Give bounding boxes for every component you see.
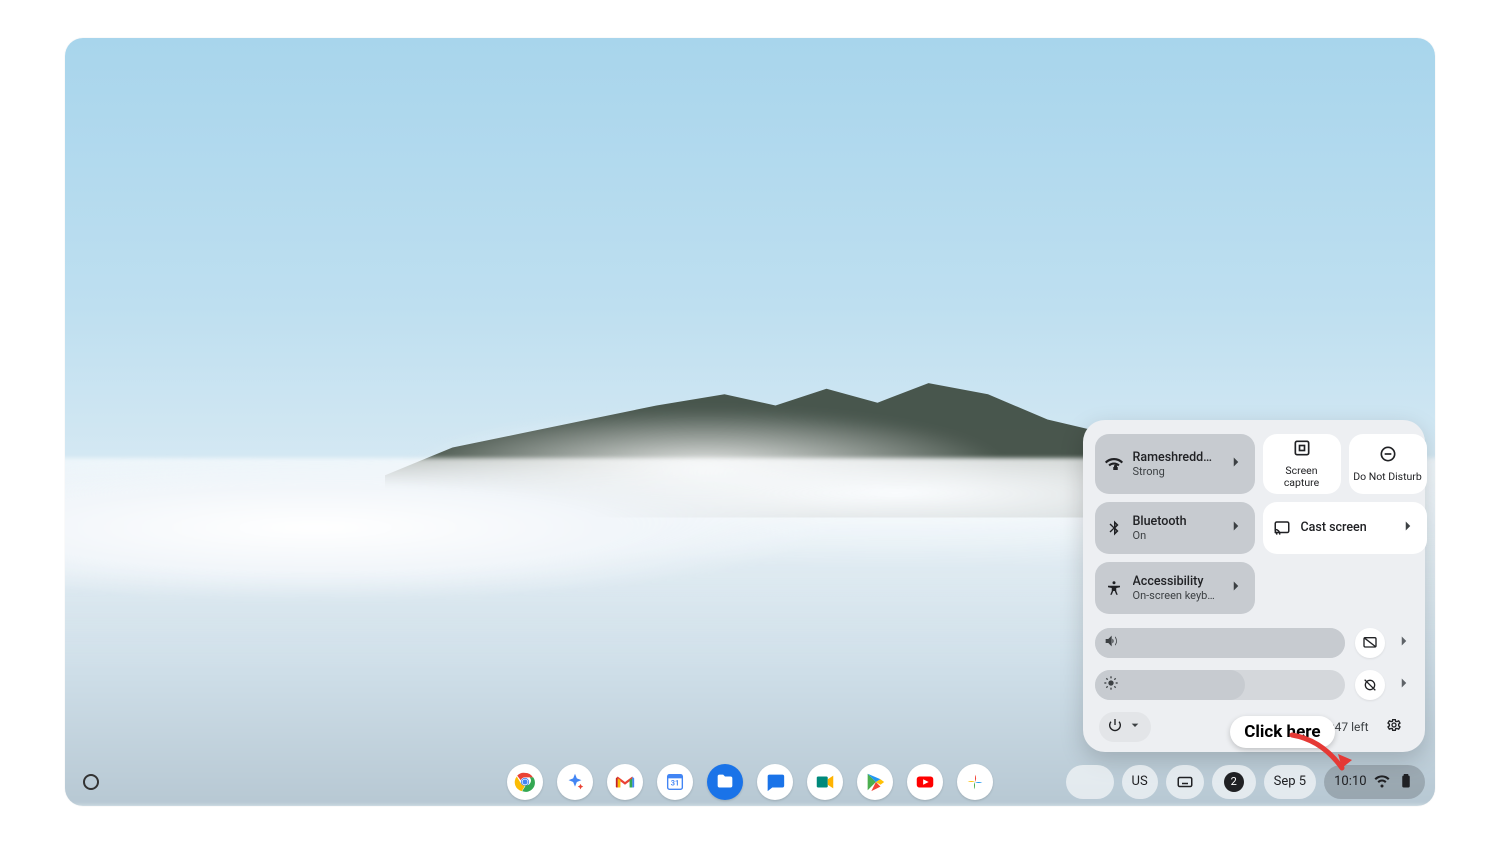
screen-capture-icon [1292, 438, 1312, 461]
wifi-tile[interactable]: Rameshreddy… Strong [1095, 434, 1255, 494]
wifi-strength: Strong [1133, 465, 1217, 478]
bluetooth-icon [1105, 519, 1123, 537]
screen-capture-tile[interactable]: Screen capture [1263, 434, 1341, 494]
battery-icon [1397, 771, 1415, 793]
app-youtube[interactable] [907, 764, 943, 800]
chevron-right-icon [1227, 577, 1245, 598]
tray-ime-label: US [1132, 774, 1148, 789]
svg-text:31: 31 [670, 778, 678, 787]
dnd-label: Do Not Disturb [1353, 471, 1422, 483]
dnd-icon [1378, 444, 1398, 467]
night-light-toggle[interactable] [1355, 670, 1385, 700]
volume-row [1095, 628, 1413, 658]
cast-icon [1273, 519, 1291, 537]
volume-slider[interactable] [1095, 628, 1345, 658]
app-files[interactable] [707, 764, 743, 800]
app-calendar[interactable]: 31 [657, 764, 693, 800]
bluetooth-title: Bluetooth [1133, 514, 1217, 529]
app-play-store[interactable] [857, 764, 893, 800]
annotation-arrow [1287, 730, 1357, 780]
wifi-lock-icon [1105, 455, 1123, 473]
accessibility-tile[interactable]: Accessibility On-screen keyb… [1095, 562, 1255, 614]
app-photos[interactable] [957, 764, 993, 800]
app-gmail[interactable] [607, 764, 643, 800]
shelf-apps: 31 [507, 764, 993, 800]
chevron-right-icon[interactable] [1395, 632, 1413, 654]
screen-capture-label: Screen capture [1267, 465, 1337, 489]
audio-output-toggle[interactable] [1355, 628, 1385, 658]
launcher-button[interactable] [75, 774, 99, 790]
power-icon [1107, 717, 1123, 737]
keyboard-icon [1176, 773, 1194, 791]
wifi-name: Rameshreddy… [1133, 450, 1217, 465]
brightness-slider[interactable] [1095, 670, 1345, 700]
tray-phone-hub[interactable] [1066, 765, 1114, 799]
app-chrome[interactable] [507, 764, 543, 800]
tray-notifications[interactable]: 2 [1212, 765, 1256, 799]
launcher-icon [83, 774, 99, 790]
chevron-right-icon[interactable] [1395, 674, 1413, 696]
accessibility-status: On-screen keyb… [1133, 589, 1217, 602]
chromeos-desktop: Rameshreddy… Strong Screen capture Do No… [65, 38, 1435, 806]
cast-title: Cast screen [1301, 520, 1389, 535]
cast-tile[interactable]: Cast screen [1263, 502, 1427, 554]
chevron-down-icon [1127, 717, 1143, 737]
app-meet[interactable] [807, 764, 843, 800]
gear-icon [1386, 717, 1402, 737]
dnd-tile[interactable]: Do Not Disturb [1349, 434, 1427, 494]
bluetooth-tile[interactable]: Bluetooth On [1095, 502, 1255, 554]
power-menu-button[interactable] [1099, 712, 1151, 742]
shelf: 31 US [65, 758, 1435, 806]
app-assistant[interactable] [557, 764, 593, 800]
tray-notif-count: 2 [1224, 772, 1244, 792]
brightness-row [1095, 670, 1413, 700]
accessibility-icon [1105, 579, 1123, 597]
settings-button[interactable] [1379, 712, 1409, 742]
tray-virtual-keyboard[interactable] [1166, 765, 1204, 799]
accessibility-title: Accessibility [1133, 574, 1217, 589]
chevron-right-icon [1227, 517, 1245, 538]
tray-ime[interactable]: US [1122, 765, 1158, 799]
quick-settings-panel: Rameshreddy… Strong Screen capture Do No… [1083, 420, 1425, 752]
bluetooth-status: On [1133, 529, 1217, 542]
app-messages[interactable] [757, 764, 793, 800]
wifi-icon [1373, 771, 1391, 793]
volume-icon [1103, 633, 1119, 653]
brightness-icon [1103, 675, 1119, 695]
chevron-right-icon [1227, 453, 1245, 474]
chevron-right-icon [1399, 517, 1417, 538]
